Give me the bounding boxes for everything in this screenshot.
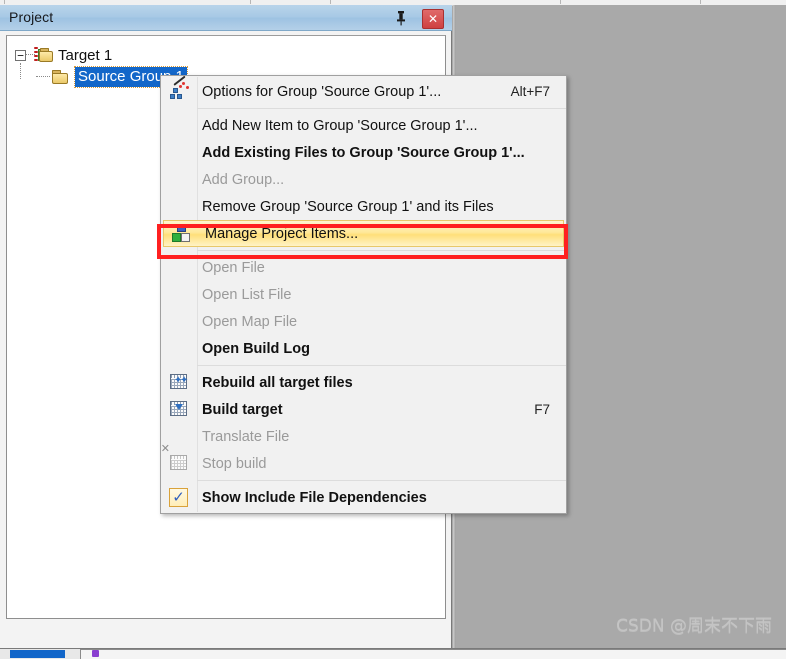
tree-expander-icon[interactable]: − bbox=[15, 49, 26, 61]
menu-item-add-existing-files[interactable]: Add Existing Files to Group 'Source Grou… bbox=[161, 139, 566, 166]
menu-item-open-map-file: Open Map File bbox=[161, 308, 566, 335]
menu-item-label: Remove Group 'Source Group 1' and its Fi… bbox=[202, 198, 494, 215]
close-icon[interactable]: ✕ bbox=[422, 9, 444, 29]
menu-item-label: Build target bbox=[202, 401, 283, 418]
menu-item-show-include-file-dependencies[interactable]: ✓ Show Include File Dependencies bbox=[161, 484, 566, 511]
options-wand-icon bbox=[169, 75, 189, 102]
menu-item-add-new-item[interactable]: Add New Item to Group 'Source Group 1'..… bbox=[161, 112, 566, 139]
menu-item-remove-group[interactable]: Remove Group 'Source Group 1' and its Fi… bbox=[161, 193, 566, 220]
csdn-watermark: CSDN @周末不下雨 bbox=[616, 616, 772, 636]
pin-icon[interactable] bbox=[392, 9, 410, 27]
stop-build-icon: ✕ bbox=[161, 443, 189, 474]
tree-node-label: Target 1 bbox=[58, 46, 113, 64]
menu-item-add-group: Add Group... bbox=[161, 166, 566, 193]
menu-separator bbox=[197, 365, 566, 366]
menu-item-label: Open Map File bbox=[202, 313, 298, 330]
menu-item-label: Open List File bbox=[202, 286, 292, 303]
context-menu[interactable]: Options for Group 'Source Group 1'... Al… bbox=[160, 75, 567, 514]
menu-item-label: Options for Group 'Source Group 1'... bbox=[202, 83, 442, 100]
menu-separator bbox=[197, 250, 566, 251]
menu-item-label: Rebuild all target files bbox=[202, 374, 353, 391]
page-title: Project bbox=[9, 9, 54, 25]
menu-item-label: Translate File bbox=[202, 428, 290, 445]
tree-vertical-connector bbox=[20, 63, 21, 79]
menu-item-manage-project-items[interactable]: Manage Project Items... bbox=[163, 220, 564, 247]
target-folder-icon bbox=[34, 46, 53, 63]
menu-item-label: Open Build Log bbox=[202, 340, 310, 357]
menu-item-options-for-group[interactable]: Options for Group 'Source Group 1'... Al… bbox=[161, 75, 566, 105]
menu-item-open-list-file: Open List File bbox=[161, 281, 566, 308]
menu-item-accelerator: Alt+F7 bbox=[510, 84, 550, 99]
menu-separator bbox=[197, 480, 566, 481]
menu-item-open-file: Open File bbox=[161, 254, 566, 281]
menu-separator bbox=[197, 108, 566, 109]
menu-item-label: Open File bbox=[202, 259, 265, 276]
manage-project-items-icon bbox=[172, 224, 192, 244]
menu-item-build-target[interactable]: Build target F7 bbox=[161, 396, 566, 423]
menu-item-stop-build: ✕ Stop build bbox=[161, 443, 566, 477]
project-panel-titlebar: Project ✕ bbox=[0, 5, 452, 31]
bottom-panel-icon bbox=[92, 650, 99, 657]
menu-item-label: Add Existing Files to Group 'Source Grou… bbox=[202, 144, 525, 161]
menu-item-label: Add Group... bbox=[202, 171, 285, 188]
menu-item-translate-file: Translate File bbox=[161, 423, 566, 450]
close-glyph: ✕ bbox=[427, 12, 439, 26]
menu-item-accelerator: F7 bbox=[534, 402, 550, 417]
tree-connector-line bbox=[36, 76, 50, 78]
menu-item-label: Stop build bbox=[202, 455, 267, 472]
menu-item-rebuild-all-target-files[interactable]: ✦ ✦ Rebuild all target files bbox=[161, 369, 566, 396]
folder-icon bbox=[52, 69, 70, 85]
menu-item-label: Add New Item to Group 'Source Group 1'..… bbox=[202, 117, 478, 134]
checkbox-checked-icon[interactable]: ✓ bbox=[169, 487, 189, 508]
rebuild-icon: ✦ ✦ bbox=[169, 373, 189, 393]
ide-desktop-background: Project ✕ − Target 1 Source Group 1 Opti… bbox=[0, 0, 786, 659]
tree-node-target[interactable]: − Target 1 bbox=[15, 44, 112, 66]
bottom-tab-active[interactable] bbox=[10, 650, 65, 658]
menu-item-label: Manage Project Items... bbox=[205, 225, 359, 242]
menu-item-open-build-log[interactable]: Open Build Log bbox=[161, 335, 566, 362]
build-icon bbox=[169, 400, 189, 420]
menu-item-label: Show Include File Dependencies bbox=[202, 489, 427, 506]
